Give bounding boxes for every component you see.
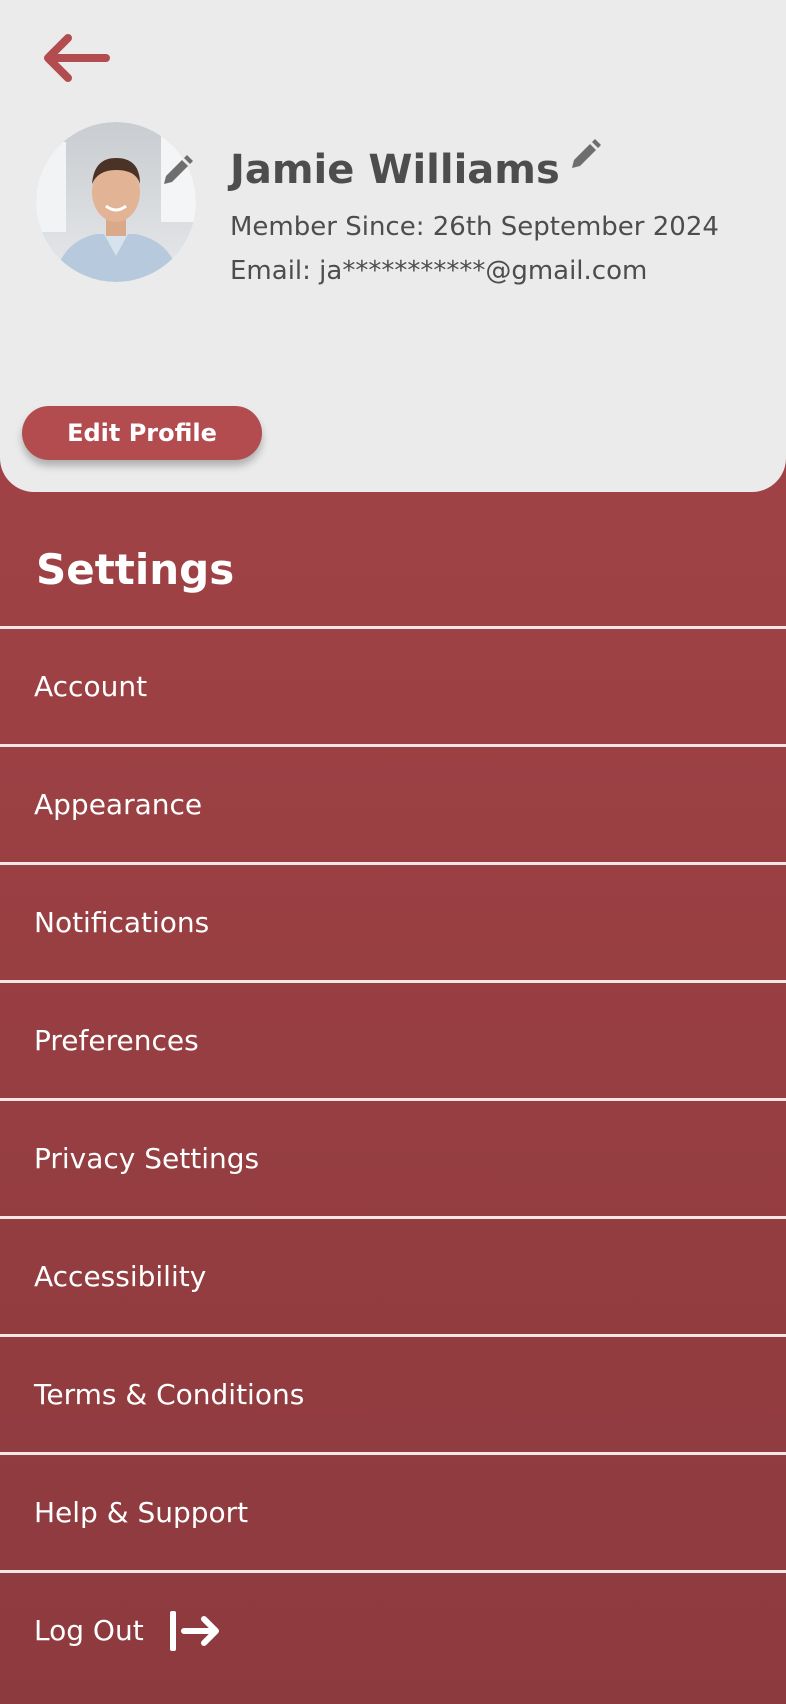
settings-item-label: Accessibility bbox=[34, 1259, 207, 1293]
settings-item-help-support[interactable]: Help & Support bbox=[0, 1452, 786, 1570]
profile-name-row: Jamie Williams bbox=[230, 139, 604, 200]
settings-item-label: Help & Support bbox=[34, 1495, 249, 1529]
settings-item-privacy-settings[interactable]: Privacy Settings bbox=[0, 1098, 786, 1216]
settings-item-appearance[interactable]: Appearance bbox=[0, 744, 786, 862]
profile-header-card: Jamie Williams Member Since: 26th Septem… bbox=[0, 0, 786, 492]
member-since-text: Member Since: 26th September 2024 bbox=[230, 212, 719, 242]
email-text: Email: ja***********@gmail.com bbox=[230, 256, 648, 286]
settings-title: Settings bbox=[36, 545, 235, 594]
settings-item-log-out[interactable]: Log Out bbox=[0, 1570, 786, 1688]
settings-item-accessibility[interactable]: Accessibility bbox=[0, 1216, 786, 1334]
settings-list: Account Appearance Notifications Prefere… bbox=[0, 626, 786, 1688]
logout-arrow-icon bbox=[169, 1610, 219, 1651]
name-edit-pencil-icon[interactable] bbox=[564, 136, 604, 176]
settings-item-label: Notifications bbox=[34, 905, 210, 939]
settings-item-label: Log Out bbox=[34, 1613, 144, 1647]
settings-item-notifications[interactable]: Notifications bbox=[0, 862, 786, 980]
settings-item-label: Appearance bbox=[34, 787, 203, 821]
settings-item-preferences[interactable]: Preferences bbox=[0, 980, 786, 1098]
settings-item-account[interactable]: Account bbox=[0, 626, 786, 744]
settings-item-label: Account bbox=[34, 669, 148, 703]
settings-item-label: Terms & Conditions bbox=[34, 1377, 305, 1411]
settings-item-label: Preferences bbox=[34, 1023, 199, 1057]
profile-name: Jamie Williams bbox=[230, 147, 560, 193]
avatar-edit-pencil-icon[interactable] bbox=[156, 152, 196, 192]
avatar-container bbox=[36, 122, 196, 282]
arrow-left-icon bbox=[44, 34, 110, 82]
edit-profile-button[interactable]: Edit Profile bbox=[22, 406, 262, 460]
back-button[interactable] bbox=[36, 28, 116, 88]
settings-item-terms-conditions[interactable]: Terms & Conditions bbox=[0, 1334, 786, 1452]
settings-item-label: Privacy Settings bbox=[34, 1141, 260, 1175]
avatar[interactable] bbox=[36, 122, 196, 282]
